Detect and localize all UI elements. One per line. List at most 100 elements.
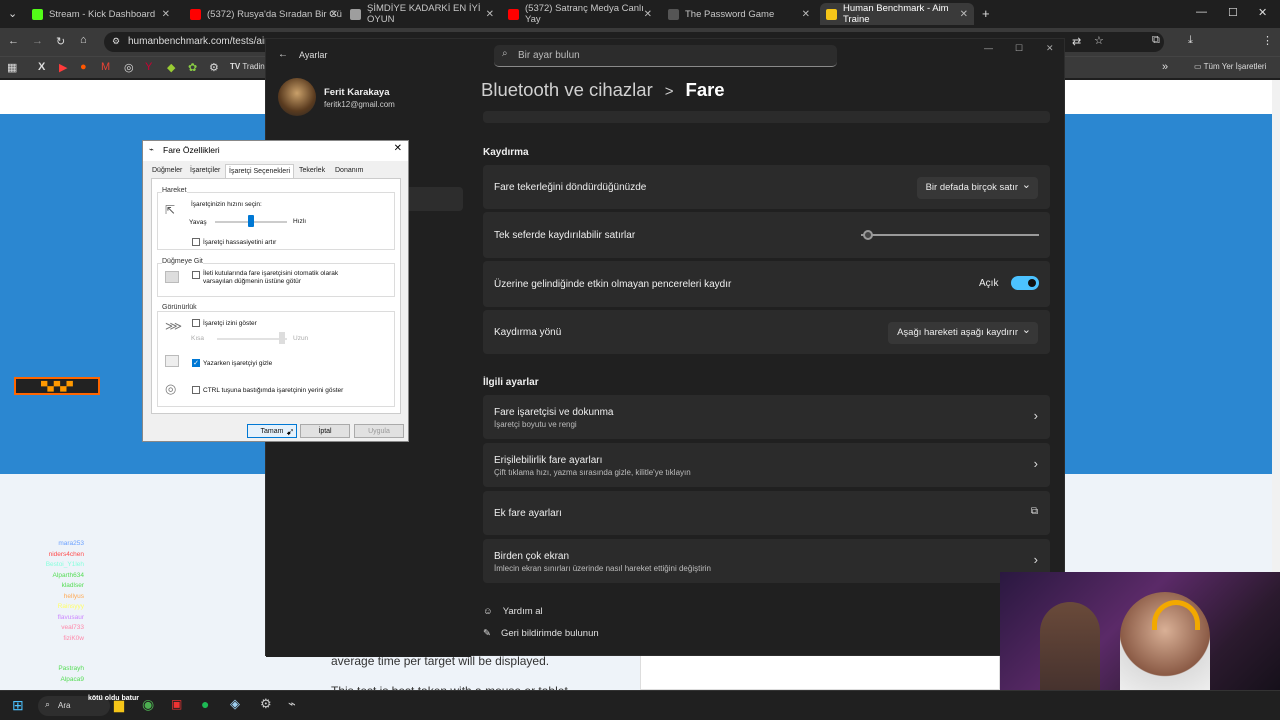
chat-user: mara253 (58, 540, 84, 547)
chrome-icon[interactable]: ◉ (142, 696, 154, 713)
tab-game[interactable]: ŞİMDİYE KADARKİ EN İYİ OYUN ✕ (344, 3, 500, 25)
close-icon[interactable]: ✕ (1046, 43, 1054, 54)
slider-thumb[interactable] (248, 215, 254, 227)
avatar[interactable] (278, 78, 316, 116)
chat-user: hellyus (63, 592, 84, 600)
forward-icon[interactable]: → (32, 35, 43, 47)
settings-search[interactable]: ⌕ Bir ayar bulun (494, 45, 837, 67)
home-icon[interactable]: ⌂ (80, 34, 87, 46)
reload-icon[interactable]: ↻ (56, 35, 65, 48)
spotify-icon[interactable]: ● (201, 696, 209, 712)
tradingview-bookmark[interactable]: TV Tradin (230, 62, 265, 71)
app-icon[interactable]: ▣ (171, 697, 182, 711)
minimize-icon[interactable]: — (1196, 6, 1207, 18)
menu-icon[interactable]: ⋮ (1262, 34, 1273, 47)
close-window-icon[interactable]: ✕ (1258, 6, 1267, 19)
toggle-state: Açık (979, 278, 999, 289)
direction-dropdown[interactable]: Aşağı hareketi aşağı kaydırır (888, 322, 1038, 344)
dialog-titlebar: ⌁ Fare Özellikleri ✕ (143, 141, 408, 161)
maximize-icon[interactable]: ☐ (1015, 43, 1023, 54)
windows-start-icon[interactable]: ⊞ (12, 697, 24, 714)
tab-password-game[interactable]: The Password Game ✕ (662, 3, 816, 25)
related-accessibility[interactable]: Erişilebilirlik fare ayarları Çift tıkla… (483, 443, 1050, 487)
close-icon[interactable]: ✕ (486, 9, 494, 20)
hide-typing-checkbox[interactable]: ✓ (192, 359, 200, 367)
android-bookmark-icon[interactable]: ✿ (188, 61, 197, 74)
page-icon (350, 8, 361, 20)
chat-user: niders4chen (48, 550, 84, 558)
close-icon[interactable]: ✕ (394, 143, 402, 154)
page-title: Fare (685, 79, 725, 100)
steam-icon[interactable]: ◈ (230, 696, 240, 712)
tab-pointers[interactable]: İşaretçiler (190, 167, 220, 174)
game-bookmark-icon[interactable]: ◆ (167, 61, 175, 74)
file-explorer-icon[interactable]: ▆ (114, 697, 124, 713)
row-lines: Tek seferde kaydırılabilir satırlar (483, 212, 1050, 258)
chat-user: kladlser (61, 582, 84, 589)
tab-buttons[interactable]: Düğmeler (152, 167, 182, 174)
back-icon[interactable]: ← (8, 35, 19, 47)
close-icon[interactable]: ✕ (644, 9, 652, 20)
download-icon[interactable]: ⤓ (1188, 34, 1193, 47)
trails-checkbox[interactable] (192, 319, 200, 327)
speed-slider[interactable] (215, 215, 287, 227)
close-icon[interactable]: ✕ (802, 9, 810, 20)
site-info-icon[interactable]: ⚙ (112, 36, 120, 47)
close-icon[interactable]: ✕ (960, 9, 968, 20)
apps-icon[interactable]: ▦ (7, 61, 17, 74)
reddit-bookmark-icon[interactable]: ● (80, 61, 87, 73)
section-scrolling: Kaydırma (483, 147, 529, 158)
slider-thumb[interactable] (279, 332, 285, 344)
precision-checkbox[interactable] (192, 238, 200, 246)
tab-youtube-2[interactable]: (5372) Satranç Medya Canlı Yay ✕ (502, 3, 658, 25)
related-pointer[interactable]: Fare işaretçisi ve dokunma İşaretçi boyu… (483, 395, 1050, 439)
back-icon[interactable]: ← (278, 49, 288, 60)
tab-wheel[interactable]: Tekerlek (299, 167, 325, 174)
group-snap-title: Düğmeye Git (162, 258, 203, 265)
settings-bookmark-icon[interactable]: ⚙ (209, 61, 219, 74)
more-bookmarks-icon[interactable]: » (1162, 61, 1168, 73)
user-name: Ferit Karakaya (324, 87, 390, 98)
star-icon[interactable]: ☆ (1094, 34, 1104, 47)
mouse-settings-icon[interactable]: ⌁ (288, 696, 296, 712)
new-tab-icon[interactable]: + (982, 6, 990, 21)
x-bookmark-icon[interactable]: X (38, 61, 45, 73)
tab-pointer-options[interactable]: İşaretçi Seçenekleri (225, 164, 295, 179)
help-link[interactable]: ☺ Yardım al (483, 606, 543, 617)
toggle-switch[interactable] (1011, 276, 1039, 290)
ctrl-locate-checkbox[interactable] (192, 386, 200, 394)
yahoo-bookmark-icon[interactable]: Y (145, 61, 152, 73)
extension-icon[interactable]: ⧉ (1152, 34, 1160, 47)
translate-icon[interactable]: ⇄ (1072, 35, 1081, 48)
close-icon[interactable]: ✕ (330, 9, 338, 20)
settings-icon[interactable]: ⚙ (260, 696, 272, 712)
tab-human-benchmark[interactable]: Human Benchmark - Aim Traine ✕ (820, 3, 974, 25)
gmail-bookmark-icon[interactable]: M (101, 61, 110, 73)
wheel-dropdown[interactable]: Bir defada birçok satır (916, 177, 1038, 199)
section-related: İlgili ayarlar (483, 377, 539, 388)
cancel-button[interactable]: İptal (300, 424, 350, 438)
maximize-icon[interactable]: ☐ (1228, 6, 1238, 19)
youtube-icon (508, 8, 519, 20)
snap-checkbox[interactable] (192, 271, 200, 279)
tab-hardware[interactable]: Donanım (335, 167, 363, 174)
feedback-link[interactable]: ✎ Geri bildirimde bulunun (483, 628, 599, 639)
apply-button[interactable]: Uygula (354, 424, 404, 438)
slider-thumb[interactable] (863, 230, 874, 240)
breadcrumb-parent[interactable]: Bluetooth ve cihazlar (481, 79, 653, 101)
tab-list-icon[interactable]: ⌄ (8, 7, 17, 20)
related-multi-display[interactable]: Birden çok ekran İmlecin ekran sınırları… (483, 539, 1050, 583)
trails-slider[interactable] (217, 332, 287, 344)
youtube-bookmark-icon[interactable]: ▶ (59, 61, 67, 74)
tab-kick[interactable]: Stream - Kick Dashboard ✕ (26, 3, 176, 25)
row-wheel-label: Fare tekerleğini döndürdüğünüzde (494, 182, 647, 193)
row-wheel: Fare tekerleğini döndürdüğünüzde Bir def… (483, 165, 1050, 209)
lines-slider[interactable] (861, 230, 1039, 240)
close-icon[interactable]: ✕ (162, 9, 170, 20)
related-additional[interactable]: Ek fare ayarları ⧉ (483, 491, 1050, 535)
globe-bookmark-icon[interactable]: ◎ (124, 61, 134, 74)
tab-youtube-1[interactable]: (5372) Rusya'da Sıradan Bir Gü ✕ (184, 3, 344, 25)
chat-user: veal733 (61, 624, 84, 631)
minimize-icon[interactable]: — (984, 43, 993, 53)
all-bookmarks[interactable]: ▭ Tüm Yer İşaretleri (1194, 62, 1266, 71)
